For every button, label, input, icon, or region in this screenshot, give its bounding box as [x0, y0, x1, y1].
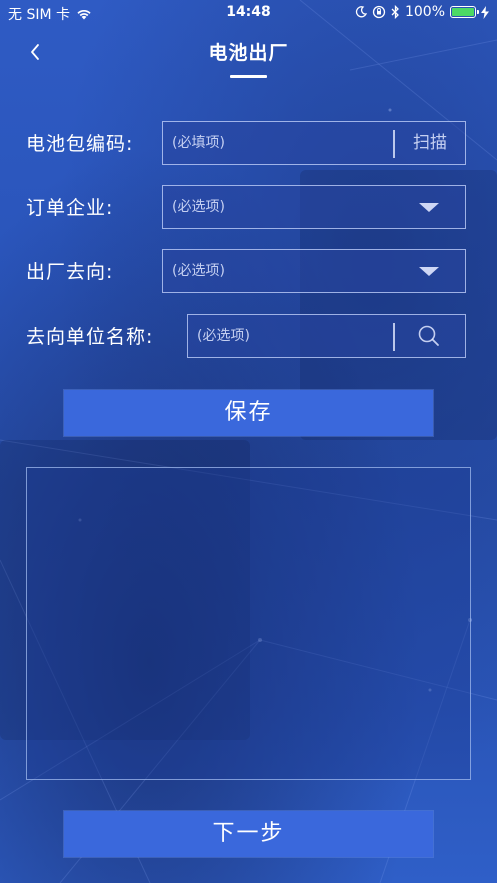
destination-unit-label: 去向单位名称: — [26, 326, 154, 348]
moon-icon — [355, 6, 367, 18]
order-company-row: 订单企业: — [0, 185, 497, 229]
destination-label: 出厂去向: — [26, 261, 114, 283]
charging-icon — [481, 5, 489, 19]
destination-select[interactable] — [162, 249, 466, 293]
search-button[interactable] — [393, 315, 465, 357]
save-button[interactable]: 保存 — [64, 390, 433, 436]
battery-icon — [450, 6, 479, 18]
order-company-select[interactable] — [162, 185, 466, 229]
order-company-label: 订单企业: — [26, 197, 114, 219]
status-bar-right: 100% — [355, 4, 489, 20]
battery-shipment-screen: 无 SIM 卡 14:48 100% 电池出厂 电池包编码: (必填项) 扫描 … — [0, 0, 497, 883]
search-icon — [418, 325, 439, 346]
dropdown-arrow-icon — [419, 203, 439, 212]
battery-code-row: 电池包编码: 扫描 — [0, 121, 497, 165]
bluetooth-icon — [391, 5, 399, 19]
orientation-lock-icon — [372, 5, 386, 19]
destination-unit-row: 去向单位名称: — [0, 314, 497, 358]
battery-code-label: 电池包编码: — [26, 133, 134, 155]
battery-percent: 100% — [404, 4, 445, 20]
next-step-button[interactable]: 下一步 — [64, 811, 433, 857]
destination-unit-field — [187, 314, 466, 358]
content-panel — [26, 467, 471, 780]
dropdown-arrow-icon — [419, 267, 439, 276]
navigation-bar: 电池出厂 — [0, 30, 497, 90]
destination-row: 出厂去向: — [0, 249, 497, 293]
title-underline — [230, 75, 267, 78]
status-bar: 无 SIM 卡 14:48 100% — [0, 0, 497, 26]
scan-button[interactable]: 扫描 — [395, 122, 465, 164]
battery-code-field: 扫描 — [162, 121, 466, 165]
battery-code-input[interactable] — [163, 122, 393, 164]
page-title: 电池出厂 — [208, 42, 289, 64]
destination-unit-input[interactable] — [188, 315, 393, 357]
